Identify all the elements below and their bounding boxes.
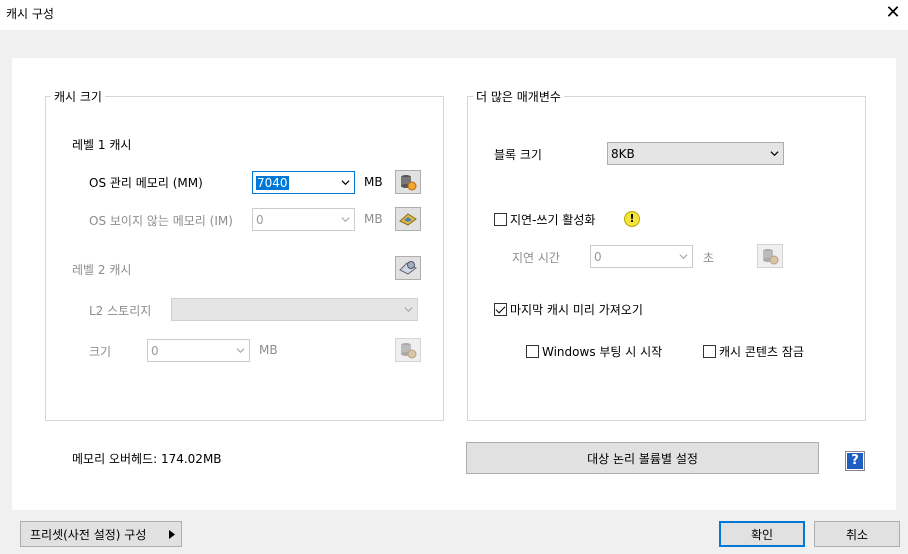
- os-managed-unit: MB: [364, 175, 383, 189]
- l2-storage-label: L2 스토리지: [89, 304, 152, 318]
- disk-gear-icon: [399, 261, 417, 275]
- os-invisible-label: OS 보이지 않는 메모리 (IM): [89, 214, 233, 228]
- cancel-button[interactable]: 취소: [814, 521, 900, 547]
- lock-content-checkbox[interactable]: [703, 345, 716, 358]
- memory-overhead-text: 메모리 오버헤드: 174.02MB: [72, 452, 222, 466]
- database-gear-icon: [763, 249, 779, 265]
- more-params-legend: 더 많은 매개변수: [473, 88, 564, 105]
- target-volume-button[interactable]: 대상 논리 볼륨별 설정: [466, 442, 819, 474]
- os-invisible-combo[interactable]: 0: [252, 208, 355, 231]
- title-bar: [0, 0, 908, 30]
- help-button[interactable]: ?: [845, 451, 865, 471]
- delay-settings-button[interactable]: [757, 244, 783, 268]
- memory-settings-button[interactable]: [395, 170, 421, 194]
- l2-storage-combo[interactable]: [171, 298, 418, 321]
- invisible-memory-button[interactable]: [395, 207, 421, 231]
- chevron-down-icon: [236, 348, 245, 354]
- delay-unit: 초: [703, 251, 715, 265]
- preset-button-label: 프리셋(사전 설정) 구성: [30, 527, 147, 542]
- os-invisible-unit: MB: [364, 212, 383, 226]
- size-label: 크기: [89, 345, 112, 359]
- os-invisible-value: 0: [256, 212, 264, 227]
- block-size-value: 8KB: [611, 146, 635, 161]
- level2-label: 레벨 2 캐시: [72, 263, 132, 277]
- prefetch-label: 마지막 캐시 미리 가져오기: [510, 303, 643, 317]
- lock-content-label: 캐시 콘텐츠 잠금: [719, 345, 804, 359]
- chevron-right-icon: [169, 530, 175, 539]
- start-on-boot-checkbox[interactable]: [526, 345, 539, 358]
- level2-settings-button[interactable]: [395, 256, 421, 280]
- os-managed-combo[interactable]: 7040: [252, 171, 355, 194]
- chevron-down-icon: [404, 307, 413, 313]
- block-size-combo[interactable]: 8KB: [607, 142, 784, 165]
- database-gear-icon: [401, 343, 417, 359]
- delay-value: 0: [594, 249, 602, 264]
- cache-size-legend: 캐시 크기: [51, 88, 105, 105]
- block-size-label: 블록 크기: [494, 148, 542, 162]
- size-value: 0: [151, 343, 159, 358]
- help-icon: ?: [847, 453, 863, 469]
- close-icon[interactable]: ✕: [883, 3, 903, 23]
- chevron-down-icon: [341, 217, 350, 223]
- memory-chip-icon: [399, 213, 417, 226]
- chevron-down-icon: [341, 180, 350, 186]
- database-gear-icon: [401, 175, 417, 191]
- prefetch-checkbox[interactable]: [494, 303, 507, 316]
- start-on-boot-label: Windows 부팅 시 시작: [542, 345, 663, 359]
- size-combo[interactable]: 0: [147, 339, 250, 362]
- os-managed-label: OS 관리 메모리 (MM): [89, 176, 203, 190]
- size-unit: MB: [259, 343, 278, 357]
- preset-button[interactable]: 프리셋(사전 설정) 구성: [20, 521, 182, 547]
- delay-combo[interactable]: 0: [590, 245, 693, 268]
- ok-button[interactable]: 확인: [719, 521, 805, 547]
- lazy-write-checkbox[interactable]: [494, 213, 507, 226]
- lazy-write-label: 지연-쓰기 활성화: [510, 213, 596, 227]
- os-managed-value: 7040: [256, 175, 289, 190]
- delay-label: 지연 시간: [512, 251, 560, 265]
- level1-label: 레벨 1 캐시: [72, 138, 132, 152]
- size-settings-button[interactable]: [395, 338, 421, 362]
- chevron-down-icon: [770, 151, 779, 157]
- window-title: 캐시 구성: [6, 7, 54, 21]
- warning-icon[interactable]: !: [624, 211, 640, 227]
- chevron-down-icon: [679, 254, 688, 260]
